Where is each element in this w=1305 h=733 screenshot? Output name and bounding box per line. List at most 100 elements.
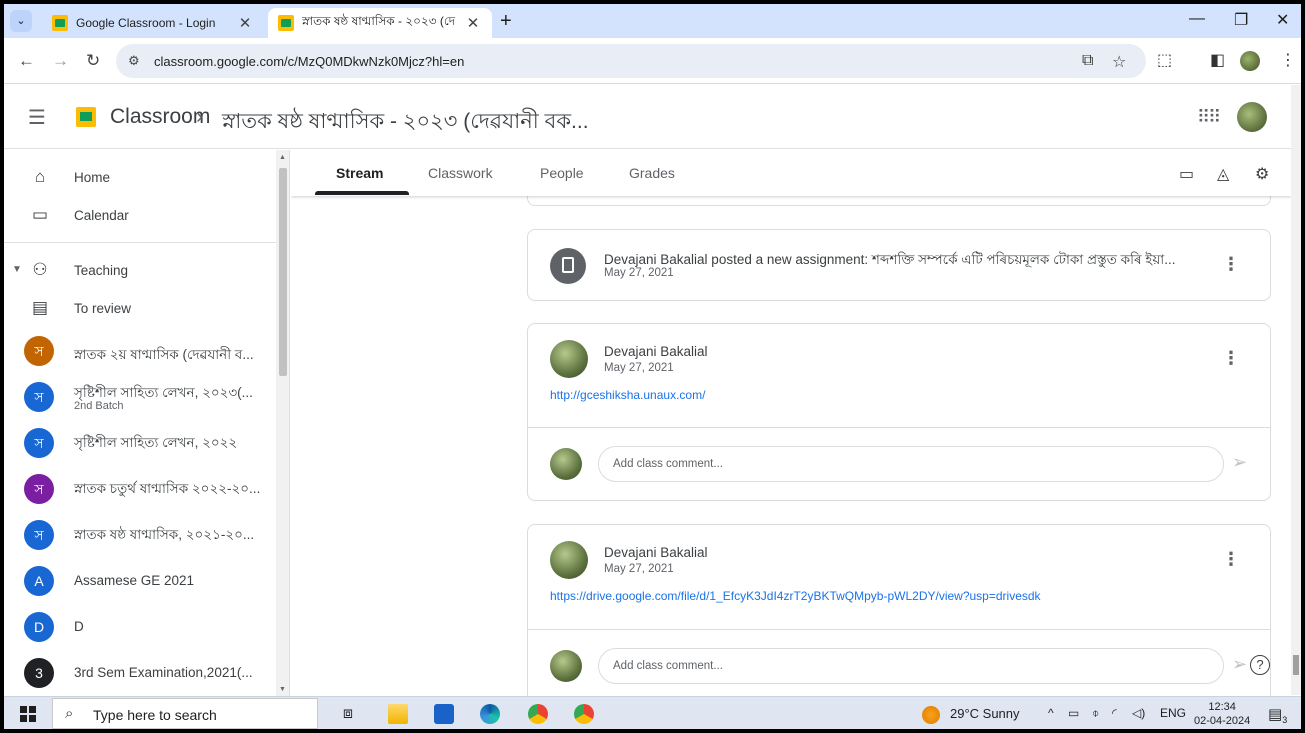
drive-folder-icon[interactable]: ◬ <box>1217 164 1229 184</box>
scroll-down-icon[interactable]: ▼ <box>279 686 286 693</box>
edge-icon[interactable] <box>480 704 500 724</box>
comment-row: Add class comment... ➢ <box>528 629 1270 696</box>
post-link[interactable]: https://drive.google.com/file/d/1_EfcyK3… <box>550 589 1041 603</box>
weather-text[interactable]: 29°C Sunny <box>950 706 1020 721</box>
url-text[interactable]: classroom.google.com/c/MzQ0MDkwNzk0Mjcz?… <box>154 54 464 69</box>
address-bar[interactable]: ⚙ classroom.google.com/c/MzQ0MDkwNzk0Mjc… <box>116 44 1146 78</box>
scrollbar-thumb[interactable] <box>279 168 287 376</box>
restore-icon[interactable]: ❐ <box>1234 10 1248 30</box>
tab-people[interactable]: People <box>540 165 584 181</box>
weather-sun-icon[interactable] <box>922 706 940 724</box>
course-item[interactable]: A Assamese GE 2021 <box>4 560 276 604</box>
window-close-icon[interactable]: ✕ <box>1276 10 1289 30</box>
main-menu-icon[interactable]: ☰ <box>28 105 46 130</box>
tab-grades[interactable]: Grades <box>629 165 675 181</box>
classroom-logo-icon[interactable] <box>76 107 96 127</box>
course-item[interactable]: স সৃষ্টিশীল সাহিত্য লেখন, ২০২২ <box>4 422 276 466</box>
browser-tab-login[interactable]: Google Classroom - Login ✕ <box>42 8 264 38</box>
task-view-icon[interactable]: ⧈ <box>338 704 358 724</box>
course-avatar: 3 <box>24 658 54 688</box>
post-date: May 27, 2021 <box>604 362 674 374</box>
tab-stream[interactable]: Stream <box>336 165 383 181</box>
browser-tab-strip: ⌄ Google Classroom - Login ✕ স্নাতক ষষ্ঠ… <box>4 4 1301 38</box>
chrome-icon[interactable] <box>528 704 548 724</box>
notification-center-icon[interactable]: ▤3 <box>1268 705 1287 725</box>
file-explorer-icon[interactable] <box>388 704 408 724</box>
site-info-icon[interactable]: ⚙ <box>128 53 140 69</box>
calendar-icon: ▭ <box>31 205 49 224</box>
more-options-icon[interactable]: ⋮ <box>1222 254 1240 275</box>
tab-title: Google Classroom - Login <box>76 16 216 30</box>
class-comment-input[interactable]: Add class comment... <box>598 648 1224 684</box>
author-avatar <box>550 541 588 579</box>
reload-icon[interactable]: ↻ <box>86 51 100 71</box>
account-avatar[interactable] <box>1237 102 1267 132</box>
sidebar: ⌂ Home ▭ Calendar ▼ ⚇ Teaching ▤ To revi… <box>4 150 290 696</box>
close-tab-icon[interactable]: ✕ <box>236 14 254 32</box>
new-tab-button[interactable]: + <box>500 10 512 33</box>
profile-avatar[interactable] <box>1240 51 1260 71</box>
review-folder-icon: ▤ <box>31 298 49 317</box>
google-apps-icon[interactable]: ⠿⠿ <box>1197 107 1221 128</box>
course-avatar: স <box>24 520 54 550</box>
post-link[interactable]: http://gceshiksha.unaux.com/ <box>550 388 705 402</box>
assignment-post-card[interactable]: Devajani Bakalial posted a new assignmen… <box>527 229 1271 301</box>
extensions-icon[interactable]: ⬚ <box>1157 50 1172 70</box>
send-icon[interactable]: ➢ <box>1232 654 1247 675</box>
sidebar-item-to-review[interactable]: ▤ To review <box>4 289 276 327</box>
browser-tab-class[interactable]: স্নাতক ষষ্ঠ ষাণ্মাসিক - ২০২৩ (দে ✕ <box>268 8 492 38</box>
tab-search-chevron-icon[interactable]: ⌄ <box>10 10 32 32</box>
scroll-up-icon[interactable]: ▲ <box>279 154 286 161</box>
classroom-favicon-icon <box>52 15 68 31</box>
course-item[interactable]: 3 3rd Sem Examination,2021(... <box>4 652 276 696</box>
install-app-icon[interactable]: ⧉ <box>1082 52 1093 70</box>
course-item[interactable]: স স্নাতক চতুৰ্থ ষাণ্মাসিক ২০২২-২০... <box>4 468 276 512</box>
minimize-icon[interactable]: — <box>1189 10 1205 28</box>
send-icon[interactable]: ➢ <box>1232 452 1247 473</box>
language-indicator[interactable]: ENG <box>1160 706 1186 720</box>
class-settings-icon[interactable]: ⚙ <box>1255 164 1269 184</box>
more-options-icon[interactable]: ⋮ <box>1222 549 1240 570</box>
sidebar-scrollbar[interactable]: ▲ ▼ <box>276 150 289 696</box>
wifi-icon[interactable]: ◜ <box>1112 706 1117 720</box>
mail-icon[interactable] <box>434 704 454 724</box>
system-clock[interactable]: 12:34 02-04-2024 <box>1194 700 1250 728</box>
chrome-menu-icon[interactable]: ⋮ <box>1280 50 1296 70</box>
taskbar-search[interactable]: ⌕ Type here to search <box>52 698 318 729</box>
sidebar-item-calendar[interactable]: ▭ Calendar <box>4 196 276 234</box>
google-calendar-icon[interactable]: ▭ <box>1179 164 1194 184</box>
bookmark-star-icon[interactable]: ☆ <box>1112 52 1126 72</box>
battery-icon[interactable]: ▭ <box>1068 706 1079 720</box>
scrollbar-thumb[interactable] <box>1293 655 1299 675</box>
breadcrumb-chevron-icon: › <box>196 105 203 128</box>
course-item[interactable]: D D <box>4 606 276 650</box>
sidebar-item-label: Calendar <box>74 207 129 223</box>
side-panel-icon[interactable]: ◧ <box>1210 50 1225 70</box>
help-icon[interactable]: ? <box>1250 655 1270 675</box>
volume-icon[interactable]: ◁) <box>1132 706 1145 720</box>
course-item[interactable]: স স্নাতক ষষ্ঠ ষাণ্মাসিক, ২০২১-২০... <box>4 514 276 558</box>
more-options-icon[interactable]: ⋮ <box>1222 348 1240 369</box>
back-icon[interactable]: ← <box>18 51 35 71</box>
sidebar-divider <box>4 242 276 243</box>
pen-icon[interactable]: ⌽ <box>1092 706 1099 721</box>
page-scrollbar[interactable] <box>1291 85 1301 695</box>
sidebar-item-home[interactable]: ⌂ Home <box>4 158 276 196</box>
announcement-card: Devajani Bakalial May 27, 2021 ⋮ https:/… <box>527 524 1271 696</box>
close-tab-icon[interactable]: ✕ <box>464 14 482 32</box>
forward-icon[interactable]: → <box>52 51 69 71</box>
course-item[interactable]: স সৃষ্টিশীল সাহিত্য লেখন, ২০২৩(... 2nd B… <box>4 376 276 420</box>
course-name: 3rd Sem Examination,2021(... <box>74 665 253 680</box>
chrome-icon[interactable] <box>574 704 594 724</box>
show-hidden-icons-icon[interactable]: ^ <box>1048 706 1054 720</box>
course-item[interactable]: স স্নাতক ২য় ষাণ্মাসিক (দেৱযানী ব... <box>4 330 276 374</box>
class-comment-input[interactable]: Add class comment... <box>598 446 1224 482</box>
course-name: স্নাতক চতুৰ্থ ষাণ্মাসিক ২০২২-২০... <box>74 481 261 496</box>
sidebar-item-teaching[interactable]: ⚇ Teaching <box>4 251 276 289</box>
commenter-avatar <box>550 650 582 682</box>
assignment-icon <box>550 248 586 284</box>
post-title[interactable]: Devajani Bakalial posted a new assignmen… <box>604 249 1175 272</box>
class-title: স্নাতক ষষ্ঠ ষাণ্মাসিক - ২০২৩ (দেৱযানী বক… <box>222 110 589 133</box>
tab-classwork[interactable]: Classwork <box>428 165 493 181</box>
windows-start-icon[interactable] <box>20 706 36 722</box>
